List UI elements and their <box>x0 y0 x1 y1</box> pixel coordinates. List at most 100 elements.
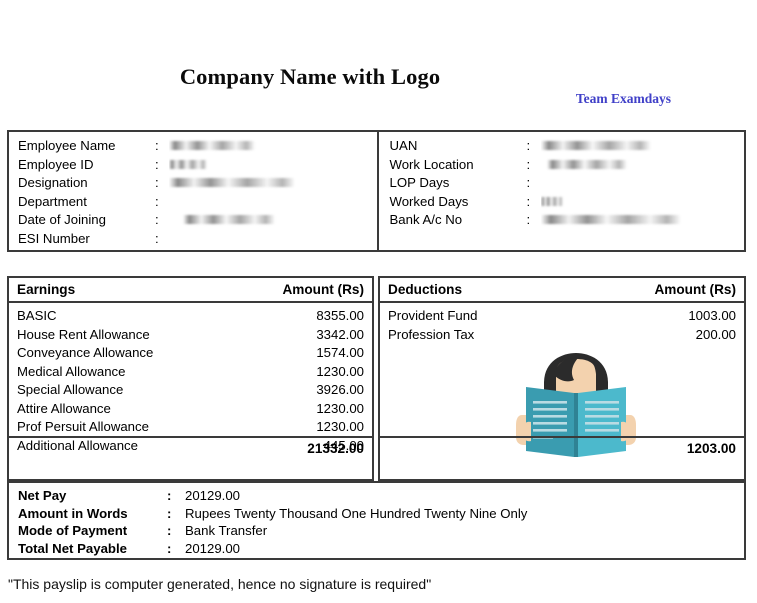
detail-row-date-of-joining: Date of Joining : <box>18 211 377 230</box>
earning-label: Attire Allowance <box>17 400 111 416</box>
earning-amount: 1574.00 <box>316 345 364 360</box>
deductions-column-header: Deductions <box>388 282 463 297</box>
earning-label: Medical Allowance <box>17 363 126 379</box>
summary-value: Bank Transfer <box>185 523 268 539</box>
detail-value <box>169 174 377 193</box>
detail-row-designation: Designation : <box>18 174 377 193</box>
earning-label: House Rent Allowance <box>17 326 150 342</box>
detail-row-worked-days: Worked Days : <box>390 193 745 212</box>
detail-colon: : <box>526 193 531 209</box>
employee-details-right-column: UAN : Work Location : LOP Days : Worked … <box>376 132 745 250</box>
earning-amount: 8355.00 <box>316 308 364 323</box>
detail-row-employee-name: Employee Name : <box>18 137 377 156</box>
deductions-amount-column-header: Amount (Rs) <box>654 282 736 297</box>
detail-colon: : <box>155 175 159 191</box>
deductions-table: Deductions Amount (Rs) Provident Fund 10… <box>378 276 746 481</box>
table-row: Provident Fund 1003.00 <box>388 307 736 326</box>
detail-value <box>540 193 745 212</box>
detail-label: Designation <box>18 175 88 191</box>
detail-row-esi-number: ESI Number : <box>18 230 377 249</box>
summary-colon: : <box>167 505 172 521</box>
detail-row-employee-id: Employee ID : <box>18 156 377 175</box>
deduction-label: Profession Tax <box>388 326 475 342</box>
summary-row-net-pay: Net Pay : 20129.00 <box>18 487 744 505</box>
summary-row-mode-of-payment: Mode of Payment : Bank Transfer <box>18 522 744 540</box>
summary-colon: : <box>167 523 172 539</box>
company-title: Company Name with Logo <box>179 64 441 89</box>
detail-colon: : <box>526 138 531 153</box>
summary-colon: : <box>167 540 172 556</box>
detail-label: Bank A/c No <box>389 212 463 228</box>
earning-amount: 3342.00 <box>316 326 364 342</box>
detail-colon: : <box>155 138 159 153</box>
detail-label: Work Location <box>389 156 474 172</box>
earnings-amount-column-header: Amount (Rs) <box>282 282 364 297</box>
detail-value <box>169 137 377 156</box>
summary-value: 20129.00 <box>185 540 241 556</box>
detail-row-department: Department : <box>18 193 377 212</box>
detail-colon: : <box>155 193 159 209</box>
detail-value <box>169 211 377 230</box>
summary-label: Amount in Words <box>18 505 128 521</box>
earning-amount: 1230.00 <box>316 363 364 379</box>
detail-label: Worked Days <box>389 193 469 209</box>
detail-label: Date of Joining <box>18 212 106 228</box>
detail-colon: : <box>155 230 159 246</box>
earnings-table: Earnings Amount (Rs) BASIC 8355.00 House… <box>7 276 374 481</box>
deduction-label: Provident Fund <box>388 308 478 323</box>
summary-label: Total Net Payable <box>18 540 127 556</box>
earning-amount: 1230.00 <box>316 400 364 416</box>
payslip-summary-box: Net Pay : 20129.00 Amount in Words : Rup… <box>7 481 746 560</box>
detail-row-bank-account-no: Bank A/c No : <box>390 211 745 230</box>
employee-details-box: Employee Name : Employee ID : Designatio… <box>7 130 746 252</box>
detail-value <box>541 156 745 175</box>
earnings-column-header: Earnings <box>17 282 76 297</box>
table-row: BASIC 8355.00 <box>17 307 364 326</box>
table-row: Attire Allowance 1230.00 <box>17 400 364 419</box>
table-row: Medical Allowance 1230.00 <box>17 363 364 382</box>
detail-label: ESI Number <box>18 230 90 246</box>
table-row: Prof Persuit Allowance 1230.00 <box>17 418 364 437</box>
detail-colon: : <box>526 175 531 191</box>
summary-row-amount-in-words: Amount in Words : Rupees Twenty Thousand… <box>18 505 744 523</box>
earning-label: Special Allowance <box>17 382 124 397</box>
earning-amount: 1230.00 <box>316 419 364 434</box>
payslip-header: Company Name with Logo Team Examdays <box>0 0 757 126</box>
computer-generated-note: "This payslip is computer generated, hen… <box>8 576 432 592</box>
earnings-table-body: BASIC 8355.00 House Rent Allowance 3342.… <box>9 303 372 458</box>
deduction-amount: 200.00 <box>695 326 736 342</box>
deductions-table-header: Deductions Amount (Rs) <box>380 278 744 303</box>
earnings-total: 21332.00 <box>9 436 372 458</box>
detail-label: Employee ID <box>18 156 94 172</box>
detail-value <box>540 137 745 156</box>
detail-row-lop-days: LOP Days : <box>390 174 745 193</box>
deductions-total: 1203.00 <box>380 436 744 458</box>
earning-label: Conveyance Allowance <box>17 345 154 360</box>
summary-value: 20129.00 <box>185 488 241 503</box>
table-row: Conveyance Allowance 1574.00 <box>17 344 364 363</box>
detail-label: LOP Days <box>389 175 450 191</box>
detail-value <box>540 211 745 230</box>
detail-colon: : <box>526 212 531 228</box>
detail-colon: : <box>155 156 159 172</box>
deduction-amount: 1003.00 <box>688 308 736 323</box>
summary-value: Rupees Twenty Thousand One Hundred Twent… <box>185 505 528 521</box>
summary-row-total-net-payable: Total Net Payable : 20129.00 <box>18 540 744 558</box>
earning-label: Prof Persuit Allowance <box>17 419 149 434</box>
earnings-table-header: Earnings Amount (Rs) <box>9 278 372 303</box>
table-row: Profession Tax 200.00 <box>388 326 736 345</box>
detail-label: Employee Name <box>18 138 116 153</box>
detail-colon: : <box>526 156 531 172</box>
summary-label: Mode of Payment <box>18 523 128 539</box>
summary-colon: : <box>167 488 172 503</box>
earning-amount: 3926.00 <box>316 382 364 397</box>
earning-label: BASIC <box>17 308 57 323</box>
detail-row-work-location: Work Location : <box>390 156 745 175</box>
table-row: Special Allowance 3926.00 <box>17 381 364 400</box>
detail-label: Department <box>18 193 87 209</box>
detail-value <box>169 156 377 175</box>
employee-details-left-column: Employee Name : Employee ID : Designatio… <box>9 132 377 250</box>
summary-label: Net Pay <box>18 488 67 503</box>
brand-label: Team Examdays <box>575 91 671 106</box>
detail-label: UAN <box>389 138 418 153</box>
